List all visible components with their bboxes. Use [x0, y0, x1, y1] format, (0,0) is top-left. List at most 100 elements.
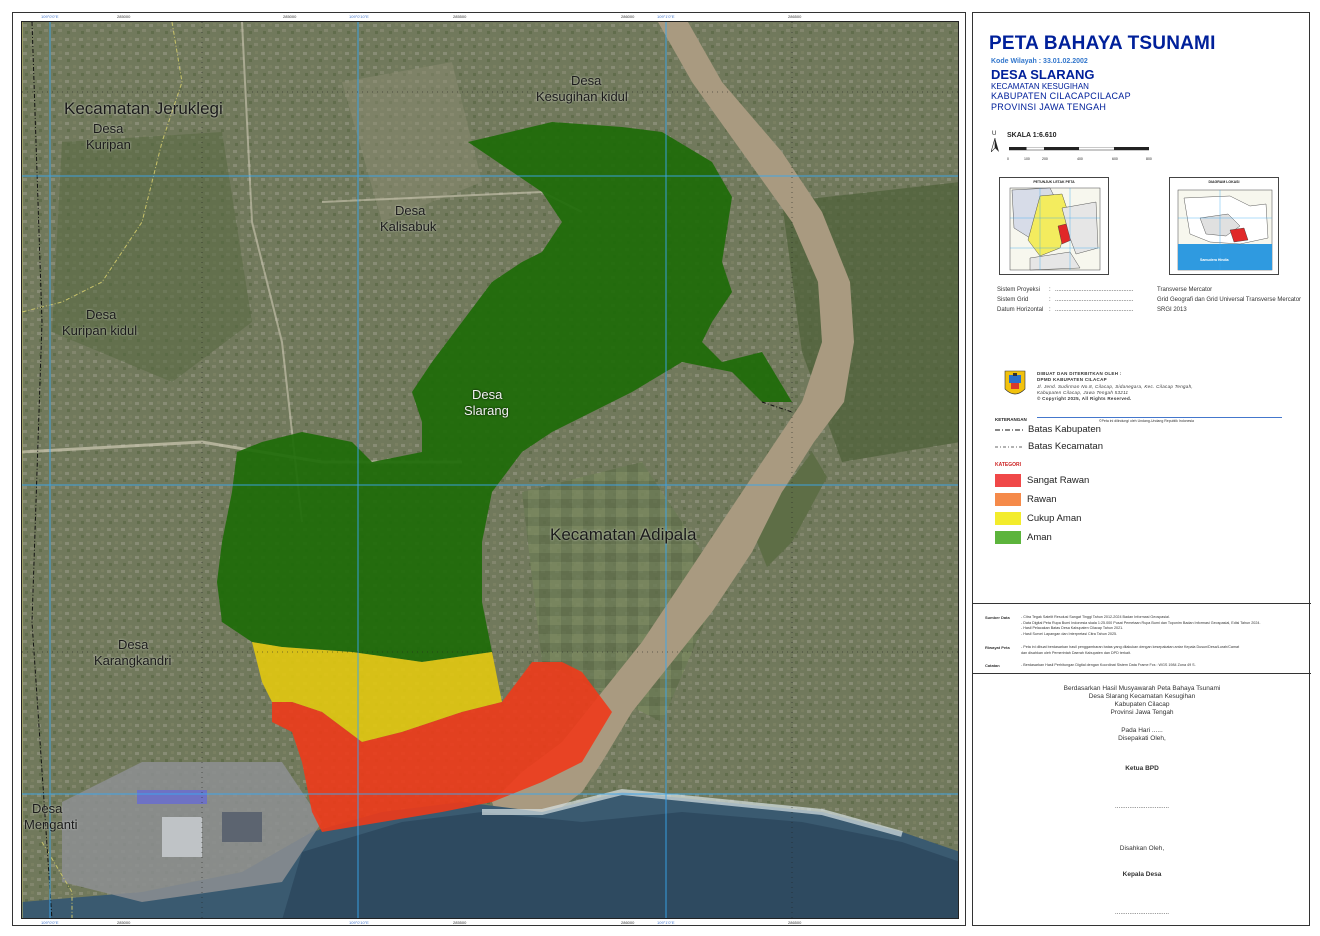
- grid-label-bottom: 109°1'0"E: [657, 920, 675, 925]
- projection-row: Sistem Grid : ..........................…: [997, 297, 1307, 307]
- batas-kabupaten-label: Batas Kabupaten: [1028, 424, 1101, 435]
- inset-title: DIAGRAM LOKASI: [1208, 180, 1240, 184]
- sign-line: Berdasarkan Hasil Musyawarah Peta Bahaya…: [1063, 685, 1221, 692]
- sign-line: Kabupaten Cilacap: [1114, 701, 1170, 708]
- kategori-swatch: [995, 474, 1021, 487]
- sign-line: Desa Slarang Kecamatan Kesugihan: [1088, 693, 1196, 700]
- projection-row: Datum Horizontal : .....................…: [997, 307, 1307, 317]
- label-desa-kesugihan-1: Desa: [571, 73, 602, 88]
- label-desa-karangkandri-2: Karangkandri: [94, 653, 172, 668]
- kode-wilayah: Kode Wilayah : 33.01.02.2002: [991, 58, 1088, 65]
- grid-label-top: 285500: [453, 14, 467, 19]
- sign-line: Pada Hari ......: [1121, 727, 1163, 734]
- kategori-label: Rawan: [1027, 494, 1057, 505]
- map-canvas[interactable]: Kecamatan Jeruklegi Desa Kuripan Desa Ke…: [21, 21, 959, 919]
- label-desa-kuripan-2: Kuripan: [86, 137, 131, 152]
- batas-kecamatan-label: Batas Kecamatan: [1028, 441, 1103, 452]
- sea-label: Samudera Hindia: [1200, 258, 1229, 262]
- publisher-line: DPMD KABUPATEN CILACAP: [1037, 377, 1107, 382]
- projection-value: SRGI 2013: [1157, 307, 1187, 313]
- sumber-data-values: - Citra Tegak Satelit Resolusi Sangat Ti…: [1021, 615, 1301, 637]
- grid-label-bottom: 286000: [621, 920, 635, 925]
- projection-dots: ........................................…: [1055, 307, 1134, 313]
- inset-title: PETUNJUK LETAK PETA: [1033, 180, 1075, 184]
- map-frame: Kecamatan Jeruklegi Desa Kuripan Desa Ke…: [12, 12, 966, 926]
- divider: [973, 673, 1311, 674]
- scale-tick: 400: [1077, 157, 1083, 161]
- kategori-title: KATEGORI: [995, 462, 1022, 468]
- kecamatan-name: KECAMATAN KESUGIHAN: [991, 82, 1089, 91]
- label-desa-karangkandri-1: Desa: [118, 637, 149, 652]
- label-desa-menganti-2: Menganti: [24, 817, 78, 832]
- grid-label-bottom: 109°0'0"E: [41, 920, 59, 925]
- batas-kabupaten-symbol: [995, 429, 1023, 431]
- grid-label-top: 286000: [621, 14, 635, 19]
- projection-key: Sistem Grid: [997, 297, 1029, 303]
- projection-colon: :: [1049, 297, 1051, 303]
- scale-tick: 600: [1112, 157, 1118, 161]
- catatan-value: - Berdasarkan Hasil Perhitungan Digital …: [1021, 663, 1196, 667]
- grid-label-top: 285000: [283, 14, 297, 19]
- label-desa-kalisabuk-1: Desa: [395, 203, 426, 218]
- batas-kecamatan-symbol: [995, 446, 1023, 448]
- projection-key: Sistem Proyeksi: [997, 287, 1041, 293]
- scale-text: SKALA 1:6.610: [1007, 132, 1057, 139]
- projection-dots: ........................................…: [1055, 287, 1134, 293]
- sign-line-blank: ..............................: [1114, 803, 1170, 810]
- kategori-swatch: [995, 531, 1021, 544]
- projection-dots: ........................................…: [1055, 297, 1134, 303]
- inset-petunjuk-letak: PETUNJUK LETAK PETA: [999, 177, 1109, 275]
- publisher-divider: [1037, 417, 1282, 418]
- legend-panel: PETA BAHAYA TSUNAMI Kode Wilayah : 33.01…: [972, 12, 1311, 926]
- provinsi-name: PROVINSI JAWA TENGAH: [991, 102, 1107, 112]
- label-desa-slarang-2: Slarang: [464, 403, 509, 418]
- sign-ketua-bpd: Ketua BPD: [1125, 765, 1159, 772]
- inset-map-1: [1009, 187, 1101, 271]
- grid-label-top: 109°1'0"E: [657, 14, 675, 19]
- grid-label-bottom: 285000: [117, 920, 131, 925]
- projection-key: Datum Horizontal: [997, 307, 1044, 313]
- cilacap-logo: [1004, 370, 1026, 395]
- scale-tick: 800: [1146, 157, 1152, 161]
- grid-label-top: 109°0'0"E: [41, 14, 59, 19]
- satellite-map: [22, 22, 958, 918]
- keterangan-title: KETERANGAN: [995, 417, 1027, 422]
- publisher-note: ©Peta ini dilindungi oleh Undang-Undang …: [1099, 419, 1195, 423]
- label-desa-menganti-1: Desa: [32, 801, 63, 816]
- riwayat-line: dan disahkan oleh Pemerintah Daerah Kabu…: [1021, 650, 1131, 655]
- scale-tick: 100: [1024, 157, 1030, 161]
- publisher-line: Jl. Jend. Sudirman No.8, Cilacap, Sidane…: [1037, 384, 1193, 389]
- grid-label-bottom: 109°0'10"E: [349, 920, 369, 925]
- sign-line: Provinsi Jawa Tengah: [1110, 709, 1174, 716]
- projection-row: Sistem Proyeksi : ......................…: [997, 287, 1307, 297]
- sign-line-blank: ..............................: [1114, 909, 1170, 916]
- projection-colon: :: [1049, 287, 1051, 293]
- projection-value: Transverse Mercator: [1157, 287, 1213, 293]
- grid-label-top: 109°0'10"E: [349, 14, 369, 19]
- north-arrow-icon: [991, 138, 999, 152]
- label-desa-kuripankidul-1: Desa: [86, 307, 117, 322]
- catatan-key: Catatan: [985, 663, 1000, 668]
- kategori-label: Cukup Aman: [1027, 513, 1082, 524]
- publisher-line: DIBUAT DAN DITERBITKAN OLEH :: [1037, 371, 1122, 376]
- desa-name: DESA SLARANG: [991, 67, 1095, 82]
- label-kec-adipala: Kecamatan Adipala: [550, 525, 697, 544]
- sumber-line: - Hasil Survei Lapangan dan Interpretasi…: [1021, 631, 1118, 636]
- label-desa-kuripan-1: Desa: [93, 121, 124, 136]
- label-desa-slarang-1: Desa: [472, 387, 503, 402]
- grid-label-bottom: 285500: [453, 920, 467, 925]
- kabupaten-name: KABUPATEN CILACAPCILACAP: [991, 91, 1131, 101]
- scale-tick: 0: [1007, 157, 1009, 161]
- label-desa-kesugihan-2: Kesugihan kidul: [536, 89, 628, 104]
- sumber-data-key: Sumber Data: [985, 615, 1010, 620]
- sign-kepala-desa: Kepala Desa: [1122, 871, 1162, 878]
- map-sheet: Kecamatan Jeruklegi Desa Kuripan Desa Ke…: [0, 0, 1320, 936]
- projection-colon: :: [1049, 307, 1051, 313]
- sign-line: Disepakati Oleh,: [1118, 735, 1166, 742]
- kategori-label: Aman: [1027, 532, 1052, 543]
- projection-value: Grid Geografi dan Grid Universal Transve…: [1157, 297, 1302, 303]
- map-title: PETA BAHAYA TSUNAMI: [989, 33, 1216, 54]
- kategori-label: Sangat Rawan: [1027, 475, 1090, 486]
- scale-tick: 200: [1042, 157, 1048, 161]
- publisher-line: Kabupaten Cilacap, Jawa Tengah 53211: [1037, 390, 1129, 395]
